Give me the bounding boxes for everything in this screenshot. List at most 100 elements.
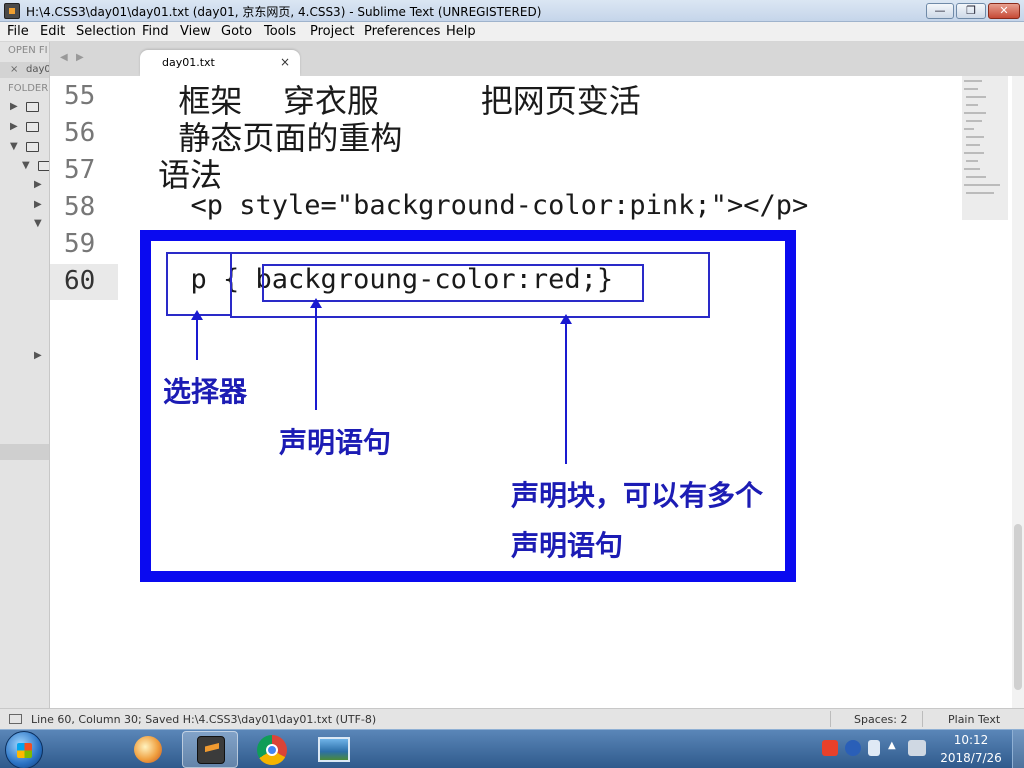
gutter-line-current: 60 bbox=[50, 264, 118, 300]
maximize-button[interactable]: ❐ bbox=[956, 3, 986, 19]
status-position: Line 60, Column 30; Saved H:\4.CSS3\day0… bbox=[31, 713, 377, 726]
collapse-arrow-icon[interactable]: ▼ bbox=[34, 218, 42, 229]
chrome-center-icon bbox=[266, 744, 278, 756]
status-syntax[interactable]: Plain Text bbox=[948, 713, 1000, 726]
gutter-line: 55 bbox=[50, 79, 118, 115]
selector-label: 选择器 bbox=[163, 375, 248, 408]
gutter-line: 57 bbox=[50, 153, 118, 189]
minimap-line bbox=[966, 144, 980, 146]
menu-tools[interactable]: Tools bbox=[264, 24, 296, 39]
expand-arrow-icon[interactable]: ▶ bbox=[34, 199, 42, 210]
clock-time[interactable]: 10:12 bbox=[930, 733, 1012, 747]
minimap-line bbox=[964, 88, 978, 90]
expand-arrow-icon[interactable]: ▶ bbox=[10, 101, 18, 112]
tab-day01[interactable]: day01.txt × bbox=[140, 50, 300, 76]
minimap-line bbox=[964, 152, 984, 154]
taskbar-sublime-app[interactable] bbox=[182, 731, 238, 768]
menu-preferences[interactable]: Preferences bbox=[364, 24, 440, 39]
taskbar-chrome-app[interactable] bbox=[244, 731, 300, 768]
scrollbar-thumb[interactable] bbox=[1014, 524, 1022, 690]
show-desktop-button[interactable] bbox=[1012, 730, 1024, 768]
minimap-line bbox=[964, 168, 980, 170]
code-line: <p style="background-color:pink;"></p> bbox=[158, 190, 809, 221]
panel-toggle-icon[interactable] bbox=[9, 714, 22, 724]
volume-icon[interactable] bbox=[908, 740, 926, 756]
close-file-icon[interactable]: × bbox=[10, 64, 18, 75]
minimap-line bbox=[966, 96, 986, 98]
line-number: 59 bbox=[64, 229, 96, 259]
line-number: 58 bbox=[64, 192, 96, 222]
expand-arrow-icon[interactable]: ▶ bbox=[34, 350, 42, 361]
minimap-line bbox=[966, 160, 978, 162]
open-file-name: day0 bbox=[26, 64, 50, 75]
status-bar: Line 60, Column 30; Saved H:\4.CSS3\day0… bbox=[0, 708, 1024, 729]
close-window-button[interactable]: ✕ bbox=[988, 3, 1020, 19]
folder-icon bbox=[26, 122, 39, 132]
paint-app-icon bbox=[134, 736, 162, 763]
folder-open-icon bbox=[38, 161, 49, 171]
minimap-line bbox=[964, 80, 982, 82]
menu-edit[interactable]: Edit bbox=[40, 24, 65, 39]
tab-close-icon[interactable]: × bbox=[280, 55, 290, 69]
network-icon[interactable] bbox=[868, 740, 880, 756]
line-number: 55 bbox=[64, 81, 96, 111]
tab-next-icon[interactable]: ▶ bbox=[76, 52, 84, 63]
sidebar: OPEN FI × day0 FOLDER ▶ ▶ ▼ ▼ ▶ ▶ ▼ ▶ bbox=[0, 42, 50, 708]
expand-arrow-icon[interactable]: ▶ bbox=[34, 179, 42, 190]
selector-highlight-box bbox=[166, 252, 232, 316]
menu-bar: File Edit Selection Find View Goto Tools… bbox=[0, 22, 1024, 42]
status-divider bbox=[922, 711, 923, 727]
sublime-text-icon bbox=[197, 736, 225, 764]
minimap-line bbox=[966, 192, 994, 194]
minimize-button[interactable]: — bbox=[926, 3, 954, 19]
expand-arrow-icon[interactable]: ▶ bbox=[10, 121, 18, 132]
window-title: H:\4.CSS3\day01\day01.txt (day01, 京东网页, … bbox=[26, 5, 542, 19]
collapse-arrow-icon[interactable]: ▼ bbox=[22, 160, 30, 171]
minimap-line bbox=[964, 128, 974, 130]
sublime-text-app-icon bbox=[4, 3, 20, 19]
minimap-line bbox=[964, 112, 986, 114]
status-indentation[interactable]: Spaces: 2 bbox=[854, 713, 907, 726]
minimap[interactable] bbox=[962, 76, 1008, 220]
declaration-arrow-icon bbox=[310, 298, 322, 410]
menu-project[interactable]: Project bbox=[310, 24, 354, 39]
tab-prev-icon[interactable]: ◀ bbox=[60, 52, 68, 63]
sogou-input-icon[interactable] bbox=[822, 740, 838, 756]
minimap-line bbox=[966, 120, 982, 122]
vertical-scrollbar[interactable] bbox=[1012, 76, 1024, 708]
start-button[interactable] bbox=[5, 731, 43, 768]
gutter-line: 59 bbox=[50, 227, 118, 263]
chrome-icon bbox=[257, 735, 287, 765]
folders-label: FOLDER bbox=[8, 83, 49, 94]
photo-viewer-icon bbox=[318, 737, 350, 762]
declaration-label: 声明语句 bbox=[279, 426, 392, 459]
taskbar-paint-app[interactable] bbox=[120, 731, 176, 768]
clock-date[interactable]: 2018/7/26 bbox=[930, 751, 1012, 765]
tab-bar: ◀ ▶ day01.txt × bbox=[50, 42, 1024, 76]
folder-open-icon bbox=[26, 142, 39, 152]
tab-label: day01.txt bbox=[162, 56, 215, 69]
sidebar-open-file[interactable]: × day0 bbox=[0, 62, 50, 78]
menu-file[interactable]: File bbox=[7, 24, 29, 39]
gutter-line: 56 bbox=[50, 116, 118, 152]
menu-help[interactable]: Help bbox=[446, 24, 476, 39]
line-number-current: 60 bbox=[64, 266, 96, 296]
minimap-line bbox=[966, 176, 986, 178]
declaration-block-label-cont: 声明语句 bbox=[511, 529, 624, 562]
declaration-block-arrow-icon bbox=[560, 314, 572, 464]
selector-arrow-icon bbox=[191, 310, 203, 360]
show-hidden-icons-icon[interactable]: ▲ bbox=[888, 740, 900, 756]
taskbar-photo-viewer-app[interactable] bbox=[306, 731, 362, 768]
sidebar-divider bbox=[0, 444, 49, 460]
collapse-arrow-icon[interactable]: ▼ bbox=[10, 141, 18, 152]
menu-goto[interactable]: Goto bbox=[221, 24, 252, 39]
menu-find[interactable]: Find bbox=[142, 24, 169, 39]
gutter-line: 58 bbox=[50, 190, 118, 226]
help-icon[interactable] bbox=[845, 740, 861, 756]
window-titlebar: H:\4.CSS3\day01\day01.txt (day01, 京东网页, … bbox=[0, 0, 1024, 22]
minimap-line bbox=[966, 104, 978, 106]
menu-selection[interactable]: Selection bbox=[76, 24, 136, 39]
minimap-line bbox=[966, 136, 984, 138]
menu-view[interactable]: View bbox=[180, 24, 211, 39]
open-files-label: OPEN FI bbox=[8, 45, 48, 56]
